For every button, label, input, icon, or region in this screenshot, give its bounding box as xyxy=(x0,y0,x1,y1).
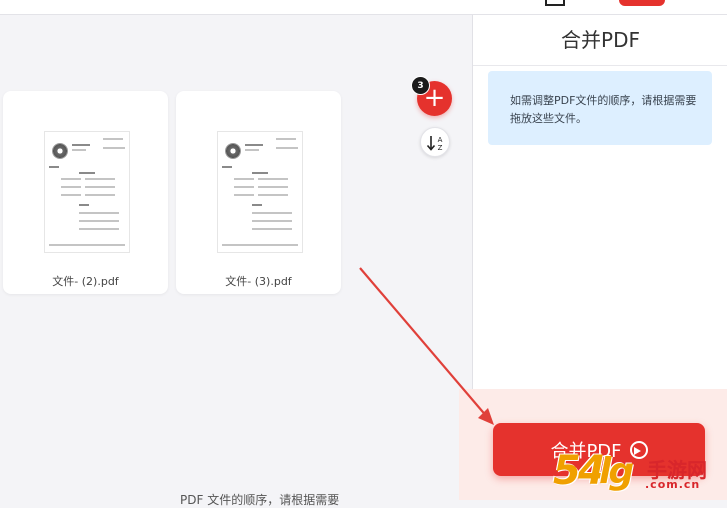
file-count-badge: 3 xyxy=(411,76,430,95)
svg-text:A: A xyxy=(438,136,443,144)
watermark-domain: .com.cn xyxy=(645,478,701,491)
gear-icon xyxy=(52,143,68,159)
sidebar-title: 合并PDF xyxy=(473,15,727,66)
file-card[interactable]: 文件- (3).pdf xyxy=(176,91,341,294)
top-bar xyxy=(0,0,727,15)
file-name: 文件- (3).pdf xyxy=(225,275,292,288)
pdf-thumbnail xyxy=(44,131,130,253)
file-workspace: 文件- (2).pdf 文件- (3).pdf + 3 A Z xyxy=(0,15,472,500)
site-watermark: 54 lg 手游网 .com.cn xyxy=(553,448,725,498)
file-card[interactable]: 文件- (2).pdf xyxy=(3,91,168,294)
header-action-button[interactable] xyxy=(619,0,665,6)
svg-text:Z: Z xyxy=(438,144,443,152)
sidebar: 合并PDF 如需调整PDF文件的顺序，请根据需要拖放这些文件。 合并PDF xyxy=(459,15,727,500)
gear-icon xyxy=(225,143,241,159)
pdf-thumbnail xyxy=(217,131,303,253)
file-name: 文件- (2).pdf xyxy=(52,275,119,288)
sort-az-icon: A Z xyxy=(426,136,443,152)
sort-button[interactable]: A Z xyxy=(420,127,450,157)
watermark-slash: lg xyxy=(599,451,634,492)
info-message: 如需调整PDF文件的顺序，请根据需要拖放这些文件。 xyxy=(488,71,712,145)
watermark-number: 54 xyxy=(553,448,606,494)
menu-icon[interactable] xyxy=(545,0,565,6)
